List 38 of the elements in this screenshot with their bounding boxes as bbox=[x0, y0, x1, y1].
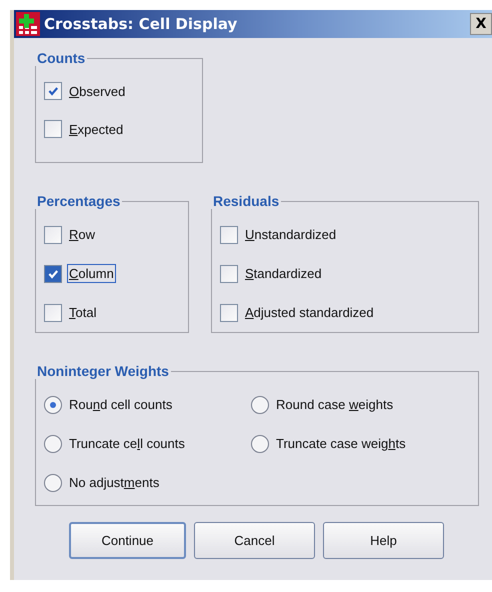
group-title: Residuals bbox=[211, 193, 282, 209]
radio-button[interactable] bbox=[44, 474, 62, 492]
radio-label[interactable]: Round case weights bbox=[274, 395, 396, 414]
radio-label[interactable]: Round cell counts bbox=[67, 395, 174, 414]
group-title: Percentages bbox=[35, 193, 122, 209]
dialog-button[interactable]: Cancel bbox=[194, 522, 315, 559]
radio-label[interactable]: Truncate cell counts bbox=[67, 434, 187, 453]
checkbox[interactable] bbox=[44, 82, 62, 100]
checkbox-label[interactable]: Total bbox=[67, 303, 98, 322]
check-icon bbox=[47, 268, 59, 280]
checkbox[interactable] bbox=[44, 264, 62, 282]
checkbox[interactable] bbox=[44, 120, 62, 138]
checkbox-label[interactable]: Unstandardized bbox=[243, 225, 338, 244]
radio-button[interactable] bbox=[44, 396, 62, 414]
group-title: Noninteger Weights bbox=[35, 363, 171, 379]
group-title: Counts bbox=[35, 50, 88, 66]
checkbox[interactable] bbox=[44, 226, 62, 244]
app-icon bbox=[16, 12, 40, 36]
checkbox[interactable] bbox=[220, 226, 238, 244]
dialog-button[interactable]: Help bbox=[323, 522, 444, 559]
checkbox[interactable] bbox=[220, 304, 238, 322]
checkbox[interactable] bbox=[44, 304, 62, 322]
checkbox-label[interactable]: Column bbox=[67, 264, 116, 283]
checkbox-label[interactable]: Standardized bbox=[243, 264, 324, 283]
radio-button[interactable] bbox=[251, 396, 269, 414]
dialog-button[interactable]: Continue bbox=[69, 522, 186, 559]
radio-button[interactable] bbox=[251, 434, 269, 452]
checkbox-label[interactable]: Adjusted standardized bbox=[243, 303, 376, 322]
checkbox-label[interactable]: Row bbox=[67, 225, 98, 244]
radio-label[interactable]: No adjustments bbox=[67, 473, 162, 492]
check-icon bbox=[47, 85, 59, 97]
close-button[interactable]: X bbox=[470, 13, 492, 35]
checkbox-label[interactable]: Expected bbox=[67, 120, 126, 138]
radio-button[interactable] bbox=[44, 434, 62, 452]
checkbox-label[interactable]: Observed bbox=[67, 82, 128, 100]
radio-label[interactable]: Truncate case weights bbox=[274, 434, 408, 453]
checkbox[interactable] bbox=[220, 264, 238, 282]
window-title: Crosstabs: Cell Display bbox=[44, 15, 238, 33]
